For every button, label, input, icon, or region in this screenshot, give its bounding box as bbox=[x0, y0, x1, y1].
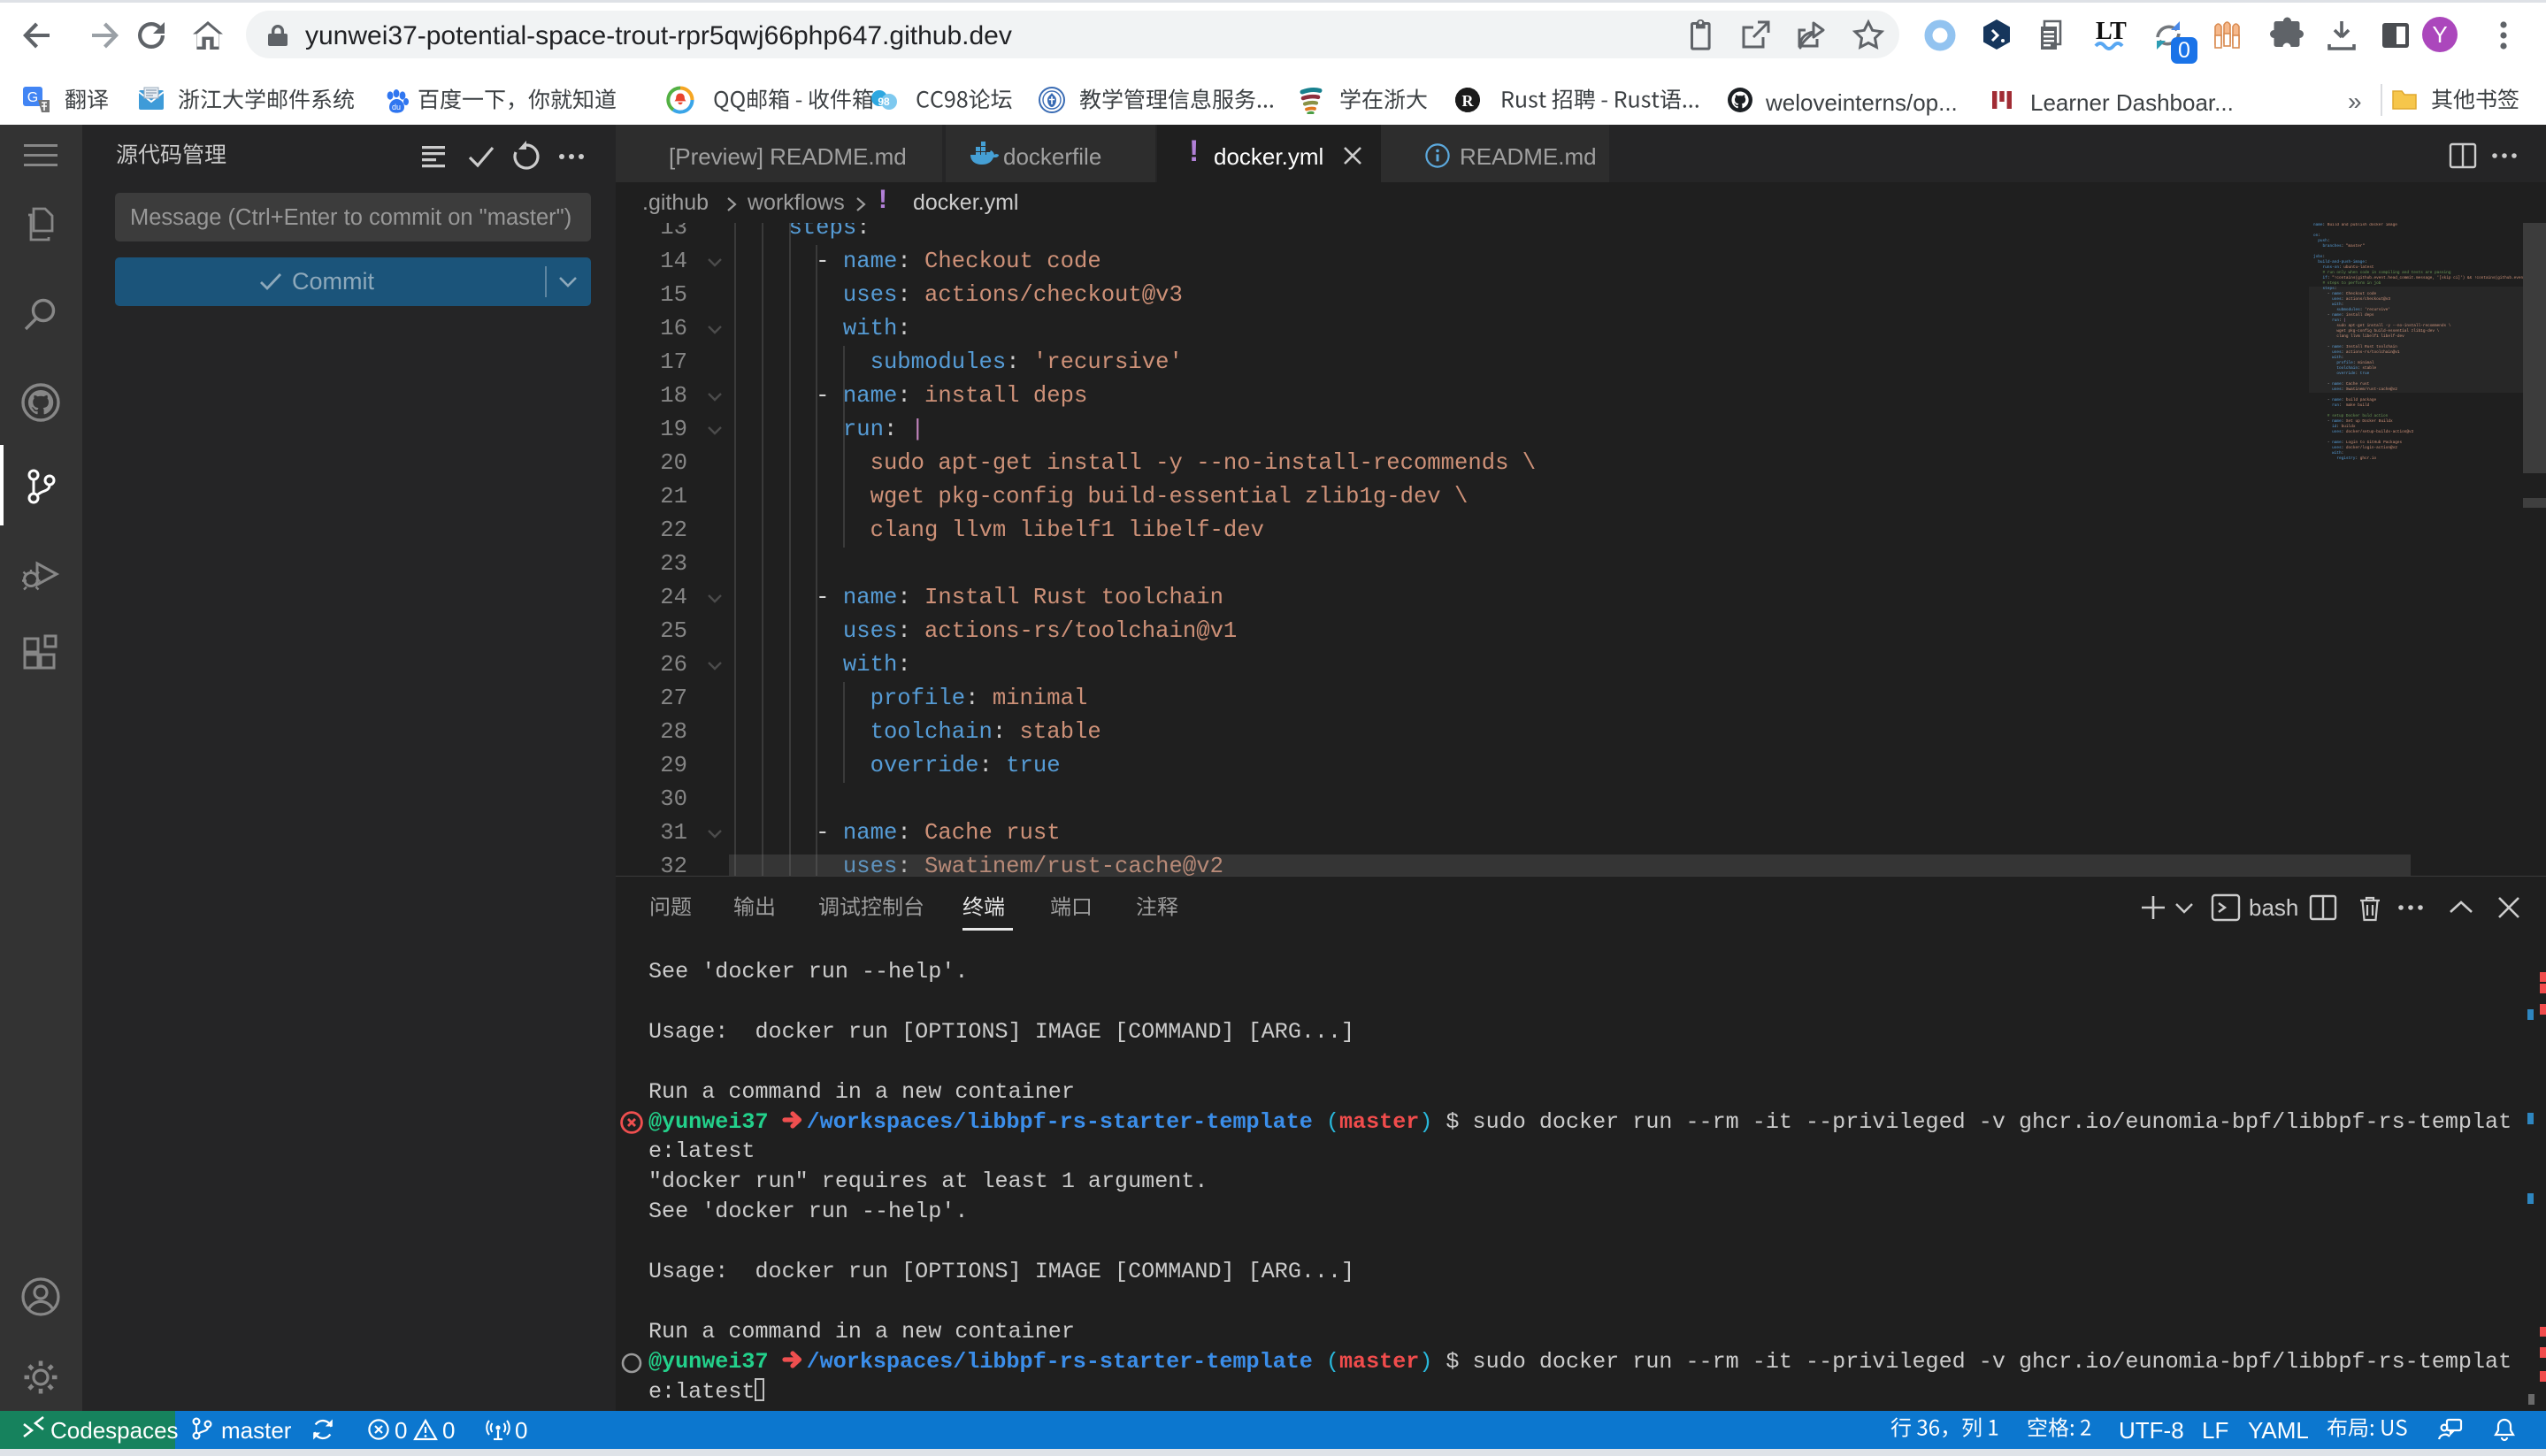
svg-text:G: G bbox=[27, 90, 38, 105]
svg-text:98: 98 bbox=[878, 96, 890, 108]
svg-text:du: du bbox=[392, 103, 401, 111]
svg-text:Y: Y bbox=[2432, 21, 2447, 48]
svg-text:LT: LT bbox=[2096, 18, 2127, 45]
svg-text:0: 0 bbox=[2178, 38, 2190, 63]
svg-text:R: R bbox=[1462, 92, 1475, 110]
